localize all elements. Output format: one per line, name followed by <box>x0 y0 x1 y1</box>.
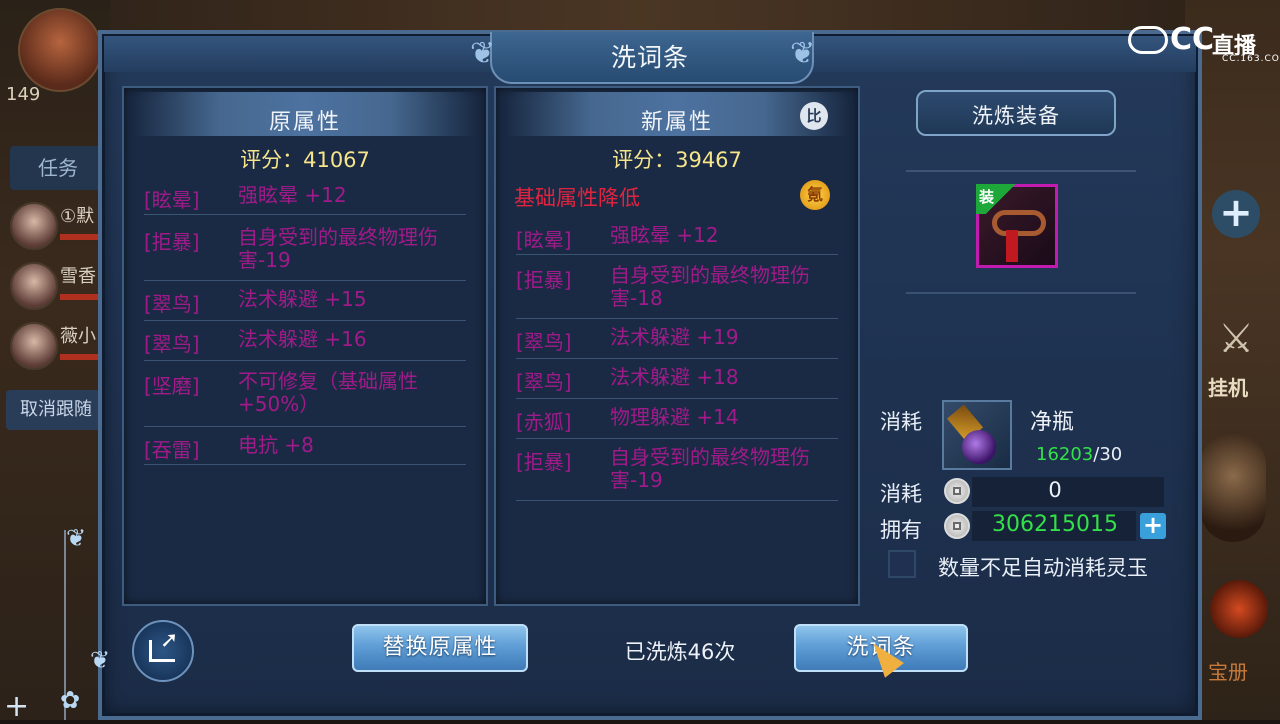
logo-domain: CC.163.COM <box>1222 54 1280 64</box>
attribute-tag: [拒暴] <box>516 268 572 292</box>
refine-equipment-title: 洗炼装备 <box>972 104 1060 128</box>
item-owned-count: 16203 <box>1036 444 1094 465</box>
attribute-value: 不可修复（基础属性+50%） <box>238 369 418 416</box>
add-coin-icon[interactable]: + <box>1140 513 1166 539</box>
team-member-avatar <box>10 322 58 370</box>
attribute-row: [拒暴] 自身受到的最终物理伤害-19 <box>144 226 466 281</box>
add-icon[interactable]: + <box>1212 190 1260 238</box>
attribute-tag: [眩晕] <box>144 188 200 212</box>
consume-coin-value: 0 <box>1048 478 1062 502</box>
item-quantity: 16203/30 <box>1036 444 1122 465</box>
own-coin-value: 306215015 <box>992 512 1118 537</box>
warning-badge-icon[interactable]: 氪 <box>800 180 830 210</box>
auto-battle-button[interactable]: ⚔ 挂机 <box>1206 316 1266 400</box>
cc-live-logo: CC 直播 CC.163.COM <box>1126 22 1280 64</box>
original-score: 评分：41067 <box>240 148 370 172</box>
panel-header: 原属性 <box>134 92 476 136</box>
attribute-row: [眩晕] 强眩晕 +12 <box>516 224 838 255</box>
team-member-name: 薇小 <box>60 326 96 347</box>
new-score: 评分：39467 <box>612 148 742 172</box>
coin-icon <box>944 513 970 539</box>
attribute-value: 法术躲避 +18 <box>610 365 739 389</box>
team-member[interactable]: ①默 <box>6 200 106 252</box>
auto-consume-checkbox[interactable] <box>888 550 916 578</box>
base-attribute-lowered-notice: 基础属性降低 <box>514 186 640 210</box>
refine-count: 已洗炼46次 <box>624 640 736 664</box>
attribute-tag: [翠鸟] <box>144 332 200 356</box>
attribute-value: 法术躲避 +16 <box>238 327 367 351</box>
share-arrow-icon: ➚ <box>160 628 179 653</box>
butterfly-icon: ❦ <box>90 646 111 674</box>
treasure-icon[interactable] <box>1210 580 1268 638</box>
attribute-tag: [拒暴] <box>516 450 572 474</box>
consume-coin-label: 消耗 <box>880 482 922 506</box>
attribute-value: 法术躲避 +19 <box>610 325 739 349</box>
attribute-row: [吞雷] 电抗 +8 <box>144 434 466 465</box>
attribute-row: [坚磨] 不可修复（基础属性+50%） <box>144 370 466 427</box>
butterfly-icon: ❦ <box>66 524 87 552</box>
panel-title: 原属性 <box>268 110 341 135</box>
attribute-tag: [翠鸟] <box>516 330 572 354</box>
attribute-tag: [赤狐] <box>516 410 572 434</box>
attribute-value: 自身受到的最终物理伤害-19 <box>610 445 810 492</box>
attribute-value: 强眩晕 +12 <box>610 223 719 247</box>
dialog-title: 洗词条 <box>610 43 689 72</box>
attribute-tag: [坚磨] <box>144 374 200 398</box>
treasure-label: 宝册 <box>1208 660 1248 684</box>
team-member-name: 雪香 <box>60 266 96 287</box>
logo-brand: CC <box>1170 22 1215 57</box>
expand-icon[interactable]: + <box>4 692 36 722</box>
task-tab[interactable]: 任务 <box>10 146 106 190</box>
attribute-value: 自身受到的最终物理伤害-18 <box>610 263 810 310</box>
team-member-name: ①默 <box>60 206 95 227</box>
replace-attributes-button[interactable]: 替换原属性 <box>352 624 528 672</box>
crossed-swords-icon: ⚔ <box>1218 316 1254 362</box>
attribute-row: [翠鸟] 法术躲避 +18 <box>516 366 838 399</box>
cloud-logo-icon <box>1128 26 1168 54</box>
equipped-tag-label: 装 <box>979 188 995 206</box>
hud-top-bar <box>0 0 1280 30</box>
player-avatar[interactable] <box>18 8 102 92</box>
attribute-value: 法术躲避 +15 <box>238 287 367 311</box>
coin-icon <box>944 478 970 504</box>
team-member-avatar <box>10 202 58 250</box>
compare-button[interactable]: 比 <box>800 102 828 130</box>
player-level: 149 <box>6 84 41 105</box>
panel-header: 新属性 <box>506 92 848 136</box>
attribute-row: [翠鸟] 法术躲避 +19 <box>516 326 838 359</box>
attribute-row: [赤狐] 物理躲避 +14 <box>516 406 838 439</box>
consume-item-label: 消耗 <box>880 410 922 434</box>
item-name: 净瓶 <box>1030 410 1075 435</box>
attribute-tag: [翠鸟] <box>144 292 200 316</box>
panel-title: 新属性 <box>640 110 713 135</box>
team-member-avatar <box>10 262 58 310</box>
team-member[interactable]: 雪香 <box>6 260 106 312</box>
attribute-tag: [吞雷] <box>144 438 200 462</box>
new-attributes-panel: 新属性 评分：39467 [眩晕] 强眩晕 +12 [拒暴] 自身受到的最终物理… <box>494 86 860 606</box>
vase-icon <box>962 430 996 464</box>
attribute-value: 强眩晕 +12 <box>238 183 347 207</box>
item-required-count: /30 <box>1093 444 1123 465</box>
attribute-tag: [翠鸟] <box>516 370 572 394</box>
auto-consume-label: 数量不足自动消耗灵玉 <box>938 556 1148 580</box>
attribute-row: [眩晕] 强眩晕 +12 <box>144 184 466 215</box>
attribute-tag: [拒暴] <box>144 230 200 254</box>
attribute-value: 物理躲避 +14 <box>610 405 739 429</box>
attribute-value: 电抗 +8 <box>238 433 314 457</box>
own-coin-label: 拥有 <box>880 518 922 542</box>
equipped-tag: 装 <box>976 184 1018 214</box>
attribute-row: [翠鸟] 法术躲避 +15 <box>144 288 466 321</box>
attribute-row: [翠鸟] 法术躲避 +16 <box>144 328 466 361</box>
attribute-row: [拒暴] 自身受到的最终物理伤害-18 <box>516 264 838 319</box>
flower-icon: ✿ <box>60 686 81 714</box>
attribute-value: 自身受到的最终物理伤害-19 <box>238 225 438 272</box>
belt-tassel-icon <box>1006 230 1018 262</box>
team-member[interactable]: 薇小 <box>6 320 106 372</box>
attribute-tag: [眩晕] <box>516 228 572 252</box>
original-attributes-panel: 原属性 评分：41067 [眩晕] 强眩晕 +12 [拒暴] 自身受到的最终物理… <box>122 86 488 606</box>
unfollow-button[interactable]: 取消跟随 <box>6 390 106 430</box>
hero-portrait[interactable] <box>1200 432 1266 542</box>
auto-battle-label: 挂机 <box>1208 376 1248 400</box>
attribute-row: [拒暴] 自身受到的最终物理伤害-19 <box>516 446 838 501</box>
